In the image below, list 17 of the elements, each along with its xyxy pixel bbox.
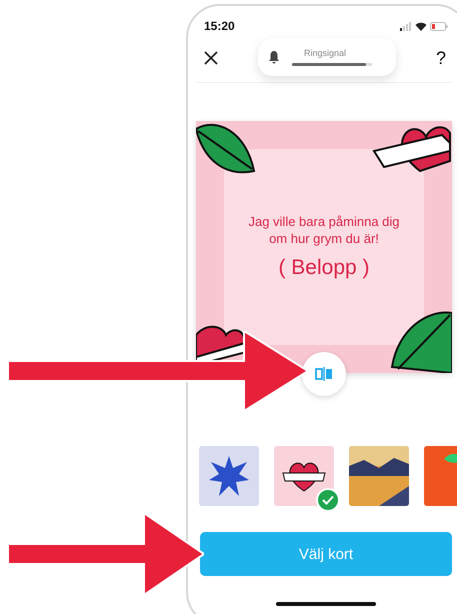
- amount-text: ( Belopp ): [278, 256, 370, 280]
- battery-icon: [430, 22, 448, 30]
- landscape-icon: [349, 446, 409, 506]
- bell-icon: [268, 50, 280, 64]
- signal-icon: [400, 22, 412, 30]
- volume-label: Ringsignal: [303, 48, 348, 58]
- starburst-icon: [209, 456, 249, 496]
- close-icon[interactable]: [204, 51, 218, 65]
- card-message: Jag ville bara påminna dig: [248, 214, 400, 229]
- card-thumbnail[interactable]: [199, 446, 259, 506]
- wifi-icon: [415, 22, 427, 30]
- card-thumbnail[interactable]: [349, 446, 409, 506]
- card-message: om hur grym du är!: [269, 231, 379, 246]
- flip-icon: [315, 367, 333, 381]
- leaf-icon: [388, 309, 452, 373]
- status-time: 15:20: [204, 19, 235, 33]
- help-button[interactable]: ?: [436, 48, 446, 68]
